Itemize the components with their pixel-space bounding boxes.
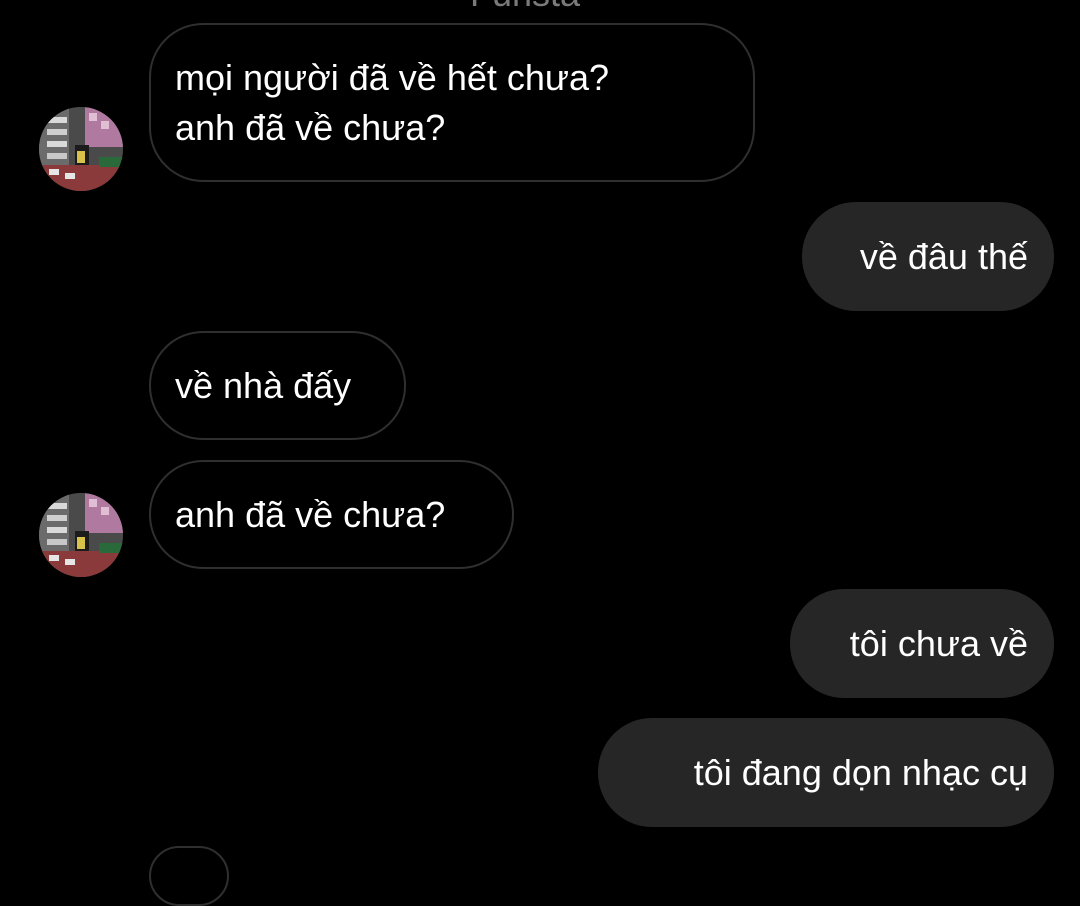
outgoing-message-bubble[interactable]: về đâu thế — [802, 202, 1054, 311]
profile-photo-icon — [39, 107, 123, 191]
message-text-line: anh đã về chưa? — [175, 106, 446, 148]
contact-avatar[interactable] — [39, 493, 123, 577]
outgoing-message-bubble[interactable]: tôi chưa về — [790, 589, 1054, 698]
outgoing-message-bubble[interactable]: tôi đang dọn nhạc cụ — [598, 718, 1054, 827]
incoming-message-bubble[interactable]: mọi người đã về hết chưa? anh đã về chưa… — [149, 23, 755, 182]
contact-avatar[interactable] — [39, 107, 123, 191]
incoming-message-bubble[interactable]: về nhà đấy — [149, 331, 406, 440]
message-text: anh đã về chưa? — [175, 493, 446, 535]
contact-name-header: Funsta — [470, 0, 580, 12]
message-text: về nhà đấy — [175, 364, 352, 406]
message-text-line: mọi người đã về hết chưa? — [175, 56, 610, 98]
incoming-message-bubble[interactable]: anh đã về chưa? — [149, 460, 514, 569]
profile-photo-icon — [39, 493, 123, 577]
message-text: tôi đang dọn nhạc cụ — [693, 751, 1028, 793]
message-text: tôi chưa về — [849, 622, 1028, 664]
next-message-bubble-edge — [149, 846, 229, 906]
message-text: về đâu thế — [859, 235, 1028, 277]
